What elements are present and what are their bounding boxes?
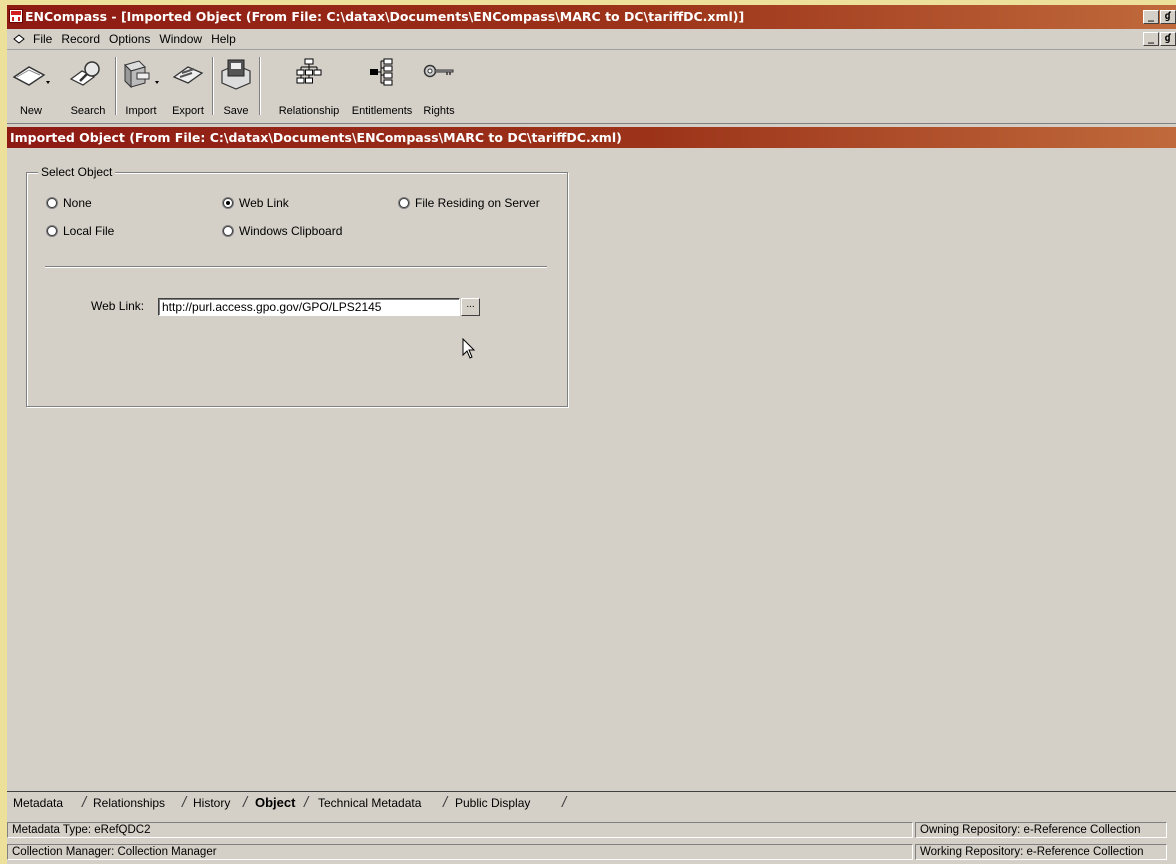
tab-separator: / bbox=[182, 794, 187, 811]
relationship-button[interactable]: Relationship bbox=[271, 53, 347, 119]
status-bar-top: Metadata Type: eRefQDC2 Owning Repositor… bbox=[7, 821, 1176, 839]
new-label: New bbox=[19, 105, 42, 117]
group-divider bbox=[45, 266, 547, 268]
hierarchy-icon bbox=[296, 58, 322, 84]
section-title: Imported Object (From File: C:\datax\Doc… bbox=[10, 130, 622, 145]
menu-window[interactable]: Window bbox=[159, 32, 202, 46]
app-icon[interactable] bbox=[9, 9, 23, 23]
radio-file-on-server[interactable]: File Residing on Server bbox=[399, 196, 540, 210]
import-button[interactable]: Import bbox=[118, 53, 164, 119]
section-header: Imported Object (From File: C:\datax\Doc… bbox=[7, 127, 1176, 148]
new-button[interactable]: New bbox=[9, 53, 53, 119]
metadata-type-status: Metadata Type: eRefQDC2 bbox=[7, 822, 913, 838]
tab-public-display[interactable]: Public Display bbox=[455, 796, 530, 810]
search-button[interactable]: Search bbox=[63, 53, 113, 119]
radio-none-indicator[interactable] bbox=[47, 198, 57, 208]
tab-technical-metadata[interactable]: Technical Metadata bbox=[318, 796, 421, 810]
menu-options[interactable]: Options bbox=[109, 32, 150, 46]
radio-windows-clipboard-indicator[interactable] bbox=[223, 226, 233, 236]
export-label: Export bbox=[172, 105, 204, 117]
status-bar-bottom: Collection Manager: Collection Manager W… bbox=[7, 843, 1176, 861]
working-repository-status: Working Repository: e-Reference Collecti… bbox=[915, 844, 1167, 860]
radio-local-file[interactable]: Local File bbox=[47, 224, 114, 238]
key-icon bbox=[423, 64, 454, 78]
radio-windows-clipboard-label: Windows Clipboard bbox=[239, 224, 343, 238]
entitlements-label: Entitlements bbox=[351, 105, 413, 117]
tab-bar: Metadata / Relationships / History / Obj… bbox=[7, 791, 1176, 821]
search-label: Search bbox=[70, 105, 106, 117]
menu-help[interactable]: Help bbox=[211, 32, 236, 46]
tab-separator: / bbox=[443, 794, 448, 811]
toolbar-separator bbox=[115, 57, 117, 115]
new-icon bbox=[12, 66, 50, 86]
radio-windows-clipboard[interactable]: Windows Clipboard bbox=[223, 224, 342, 238]
tab-separator: / bbox=[304, 794, 309, 811]
menu-record[interactable]: Record bbox=[61, 32, 100, 46]
application-window: ENCompass - [Imported Object (From File:… bbox=[7, 5, 1176, 864]
minimize-button[interactable]: _ bbox=[1143, 10, 1159, 24]
export-icon bbox=[172, 66, 204, 84]
web-link-input[interactable] bbox=[158, 298, 460, 316]
export-button[interactable]: Export bbox=[167, 53, 209, 119]
title-bar[interactable]: ENCompass - [Imported Object (From File:… bbox=[7, 5, 1176, 29]
save-label: Save bbox=[223, 105, 249, 117]
document-icon[interactable] bbox=[13, 33, 25, 45]
radio-web-link-label: Web Link bbox=[239, 196, 289, 210]
rights-button[interactable]: Rights bbox=[419, 53, 459, 119]
mdi-minimize-button[interactable]: _ bbox=[1143, 32, 1159, 46]
import-icon bbox=[124, 60, 159, 89]
rights-label: Rights bbox=[423, 105, 455, 117]
save-button[interactable]: Save bbox=[215, 53, 257, 119]
save-icon bbox=[221, 59, 251, 90]
tab-separator: / bbox=[562, 794, 567, 811]
radio-web-link[interactable]: Web Link bbox=[223, 196, 289, 210]
toolbar-separator bbox=[212, 57, 214, 115]
collection-manager-status: Collection Manager: Collection Manager bbox=[7, 844, 913, 860]
menu-bar: File Record Options Window Help _ ɠ bbox=[7, 29, 1176, 50]
import-label: Import bbox=[125, 105, 157, 117]
web-link-label: Web Link: bbox=[91, 299, 145, 313]
tab-history[interactable]: History bbox=[193, 796, 230, 810]
tab-object[interactable]: Object bbox=[255, 795, 295, 810]
radio-file-on-server-indicator[interactable] bbox=[399, 198, 409, 208]
search-icon bbox=[69, 61, 100, 86]
radio-file-on-server-label: File Residing on Server bbox=[415, 196, 540, 210]
group-legend: Select Object bbox=[38, 165, 116, 179]
entitlements-icon bbox=[370, 58, 393, 86]
toolbar: New Search Import Export Save Relationsh… bbox=[7, 51, 1176, 124]
relationship-label: Relationship bbox=[278, 105, 340, 117]
toolbar-separator bbox=[259, 57, 261, 115]
entitlements-button[interactable]: Entitlements bbox=[347, 53, 417, 119]
restore-button[interactable]: ɠ bbox=[1160, 10, 1176, 24]
tab-separator: / bbox=[82, 794, 87, 811]
tab-metadata[interactable]: Metadata bbox=[13, 796, 63, 810]
mdi-restore-button[interactable]: ɠ bbox=[1160, 32, 1176, 46]
radio-none-label: None bbox=[63, 196, 92, 210]
menu-file[interactable]: File bbox=[33, 32, 52, 46]
tab-relationships[interactable]: Relationships bbox=[93, 796, 165, 810]
window-title: ENCompass - [Imported Object (From File:… bbox=[25, 9, 745, 24]
radio-none[interactable]: None bbox=[47, 196, 92, 210]
radio-web-link-indicator[interactable] bbox=[223, 198, 233, 208]
owning-repository-status: Owning Repository: e-Reference Collectio… bbox=[915, 822, 1167, 838]
select-object-group: Select Object None Web Link File Residin… bbox=[26, 165, 568, 407]
mouse-pointer-icon bbox=[462, 338, 476, 359]
browse-button[interactable]: ... bbox=[461, 298, 480, 316]
tab-separator: / bbox=[243, 794, 248, 811]
radio-local-file-label: Local File bbox=[63, 224, 115, 238]
radio-local-file-indicator[interactable] bbox=[47, 226, 57, 236]
